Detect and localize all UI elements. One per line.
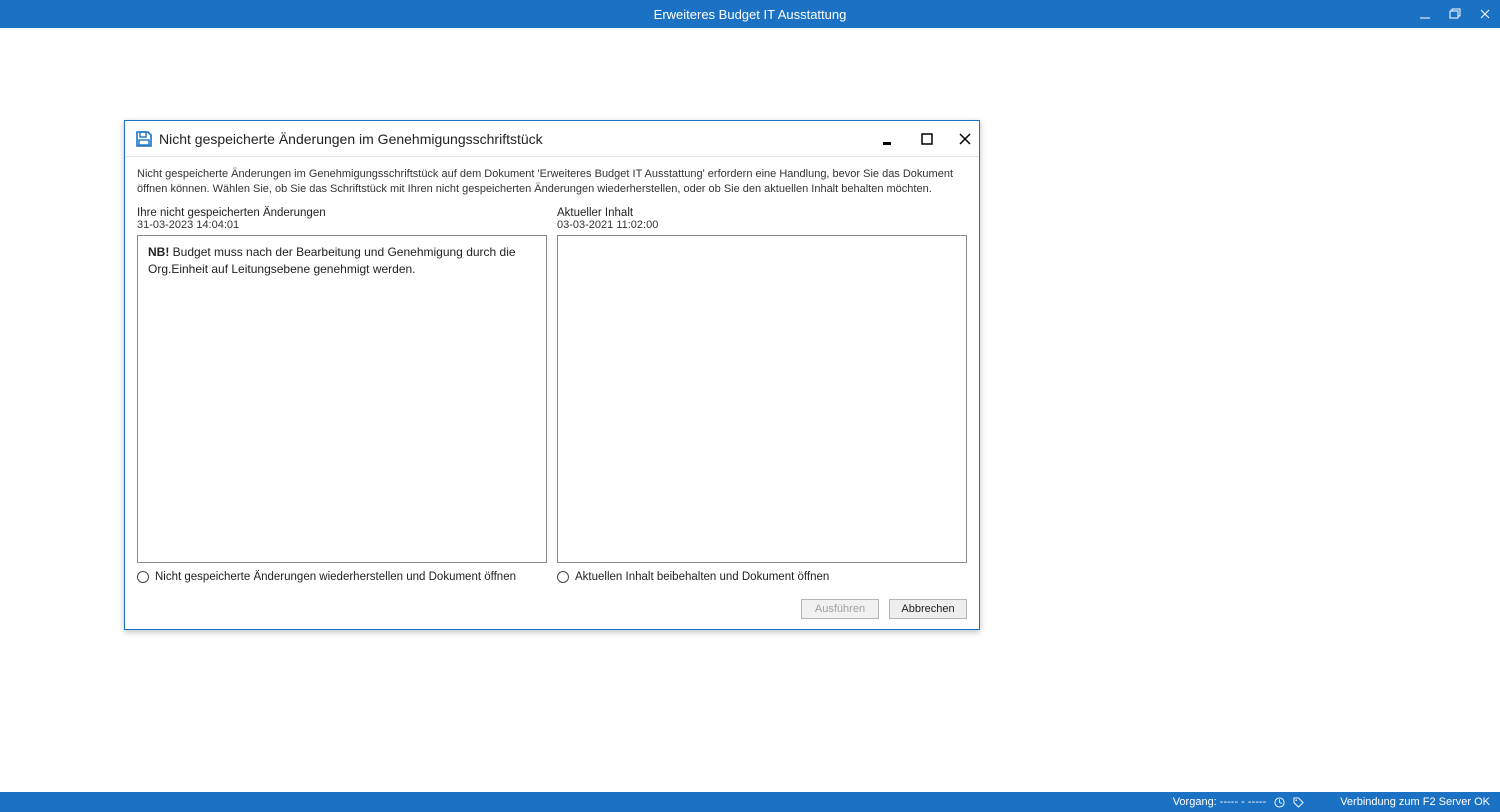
restore-changes-radio-label: Nicht gespeicherte Änderungen wiederhers… (155, 571, 516, 583)
dialog-title: Nicht gespeicherte Änderungen im Genehmi… (159, 131, 543, 147)
left-column-date: 31-03-2023 14:04:01 (137, 219, 547, 231)
compare-columns: Ihre nicht gespeicherten Änderungen 31-0… (137, 207, 967, 583)
main-window-title: Erweiteres Budget IT Ausstattung (654, 7, 847, 22)
maximize-button[interactable] (1440, 0, 1470, 28)
dialog-body: Nicht gespeicherte Änderungen im Genehmi… (125, 157, 979, 595)
left-content-prefix: NB! (148, 245, 169, 259)
status-connection: Verbindung zum F2 Server OK (1340, 796, 1490, 808)
right-column-date: 03-03-2021 11:02:00 (557, 219, 967, 231)
dialog-header: Nicht gespeicherte Änderungen im Genehmi… (125, 121, 979, 157)
keep-current-radio[interactable]: Aktuellen Inhalt beibehalten und Dokumen… (557, 571, 967, 583)
main-window-controls (1410, 0, 1500, 28)
unsaved-changes-dialog: Nicht gespeicherte Änderungen im Genehmi… (124, 120, 980, 630)
left-content-rest: Budget muss nach der Bearbeitung und Gen… (148, 245, 516, 276)
close-icon (959, 133, 971, 145)
minimize-icon (882, 132, 896, 146)
close-button[interactable] (1470, 0, 1500, 28)
dialog-window-controls (879, 121, 975, 157)
minimize-icon (1419, 8, 1431, 20)
dialog-description: Nicht gespeicherte Änderungen im Genehmi… (137, 167, 967, 197)
radio-icon (137, 571, 149, 583)
dialog-buttons: Ausführen Abbrechen (801, 599, 967, 619)
dialog-minimize-button[interactable] (879, 129, 899, 149)
keep-current-radio-label: Aktuellen Inhalt beibehalten und Dokumen… (575, 571, 829, 583)
close-icon (1479, 8, 1491, 20)
left-content-box: NB! Budget muss nach der Bearbeitung und… (137, 235, 547, 563)
statusbar: Vorgang: ----- - ----- Verbindung zum F2… (0, 792, 1500, 812)
left-column: Ihre nicht gespeicherten Änderungen 31-0… (137, 207, 547, 583)
tag-icon (1293, 797, 1304, 808)
save-icon (135, 130, 153, 148)
radio-icon (557, 571, 569, 583)
status-vorgang: Vorgang: ----- - ----- (1173, 796, 1267, 808)
right-column-header: Aktueller Inhalt (557, 207, 967, 219)
maximize-icon (921, 133, 933, 145)
dialog-maximize-button[interactable] (917, 129, 937, 149)
cancel-button[interactable]: Abbrechen (889, 599, 967, 619)
restore-icon (1449, 8, 1461, 20)
main-titlebar: Erweiteres Budget IT Ausstattung (0, 0, 1500, 28)
execute-button[interactable]: Ausführen (801, 599, 879, 619)
right-column: Aktueller Inhalt 03-03-2021 11:02:00 Akt… (557, 207, 967, 583)
dialog-close-button[interactable] (955, 129, 975, 149)
left-column-header: Ihre nicht gespeicherten Änderungen (137, 207, 547, 219)
right-content-box (557, 235, 967, 563)
restore-changes-radio[interactable]: Nicht gespeicherte Änderungen wiederhers… (137, 571, 547, 583)
clock-icon (1274, 797, 1285, 808)
minimize-button[interactable] (1410, 0, 1440, 28)
